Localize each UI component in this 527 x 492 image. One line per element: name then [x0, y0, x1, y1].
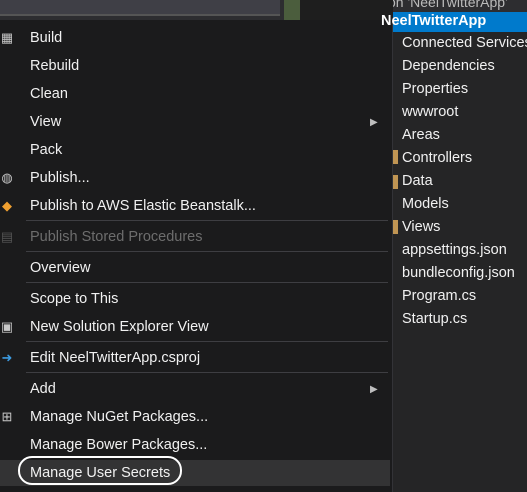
build-icon: ▦	[0, 30, 14, 45]
menu-item-label: Build	[30, 30, 63, 46]
menu-item-label: Scope to This	[30, 291, 119, 307]
menu-separator	[26, 251, 388, 252]
arrow-right-icon: ➜	[1, 350, 13, 365]
tree-item-appsettings[interactable]: appsettings.json	[402, 242, 507, 258]
tree-item-startup[interactable]: Startup.cs	[402, 311, 467, 327]
tree-item-views[interactable]: Views	[402, 219, 440, 235]
tree-item-program[interactable]: Program.cs	[402, 288, 476, 304]
highlight-ring	[18, 456, 182, 485]
menu-item-label: Manage Bower Packages...	[30, 437, 208, 453]
menu-item-edit-csproj[interactable]: ➜ Edit NeelTwitterApp.csproj	[0, 345, 390, 371]
tree-item-controllers[interactable]: Controllers	[402, 150, 472, 166]
menu-item-view[interactable]: View ▶	[0, 109, 390, 135]
menu-item-label: Manage NuGet Packages...	[30, 409, 209, 425]
submenu-arrow-icon: ▶	[370, 116, 378, 128]
menu-separator	[26, 220, 388, 221]
tree-item-models[interactable]: Models	[402, 196, 449, 212]
project-label: NeelTwitterApp	[381, 13, 487, 29]
menu-item-label: Rebuild	[30, 58, 80, 74]
solution-node[interactable]: Solution 'NeelTwitterApp'	[393, 0, 527, 12]
menu-item-label: Publish Stored Procedures	[30, 229, 203, 245]
menu-item-label: Edit NeelTwitterApp.csproj	[30, 350, 201, 366]
menu-item-label: Add	[30, 381, 56, 397]
menu-item-label: Publish to AWS Elastic Beanstalk...	[30, 198, 256, 214]
tree-item-bundleconfig[interactable]: bundleconfig.json	[402, 265, 515, 281]
tree-item-wwwroot[interactable]: wwwroot	[402, 104, 458, 120]
menu-item-add[interactable]: Add ▶	[0, 376, 390, 402]
menu-item-rebuild[interactable]: Rebuild	[0, 53, 390, 79]
top-input-field[interactable]	[0, 0, 280, 16]
scrollbar-marker	[284, 0, 300, 20]
editor-top-strip	[0, 0, 300, 20]
database-icon: ▤	[0, 229, 14, 244]
tree-item-properties[interactable]: Properties	[402, 81, 468, 97]
menu-item-publish[interactable]: ◍ Publish...	[0, 165, 390, 191]
tree-item-connected-services[interactable]: Connected Services	[402, 35, 527, 51]
selected-project-node[interactable]: NeelTwitterApp	[381, 12, 527, 32]
menu-item-label: Publish...	[30, 170, 90, 186]
new-view-icon: ▣	[0, 319, 14, 334]
menu-item-label: New Solution Explorer View	[30, 319, 209, 335]
submenu-arrow-icon: ▶	[370, 383, 378, 395]
tree-item-areas[interactable]: Areas	[402, 127, 440, 143]
context-menu: ▦ Build Rebuild Clean View ▶ Pack ◍ Publ…	[0, 20, 393, 492]
tree-item-dependencies[interactable]: Dependencies	[402, 58, 495, 74]
menu-item-publish-aws[interactable]: ◆ Publish to AWS Elastic Beanstalk...	[0, 193, 390, 219]
aws-icon: ◆	[2, 198, 12, 213]
menu-separator	[26, 282, 388, 283]
solution-label: Solution 'NeelTwitterApp'	[393, 0, 508, 10]
menu-item-clean[interactable]: Clean	[0, 81, 390, 107]
menu-item-label: View	[30, 114, 62, 130]
menu-item-label: Pack	[30, 142, 63, 158]
nuget-icon: ⊞	[1, 409, 13, 424]
menu-item-manage-bower[interactable]: Manage Bower Packages...	[0, 432, 390, 458]
folder-icon	[393, 220, 398, 234]
solution-explorer: Solution 'NeelTwitterApp' NeelTwitterApp…	[381, 0, 527, 492]
folder-icon	[393, 150, 398, 164]
menu-item-manage-nuget[interactable]: ⊞ Manage NuGet Packages...	[0, 404, 390, 430]
menu-item-new-solution-explorer-view[interactable]: ▣ New Solution Explorer View	[0, 314, 390, 340]
tree-item-data[interactable]: Data	[402, 173, 433, 189]
menu-item-pack[interactable]: Pack	[0, 137, 390, 163]
folder-icon	[393, 175, 398, 189]
menu-separator	[26, 372, 388, 373]
menu-item-overview[interactable]: Overview	[0, 255, 390, 281]
menu-separator	[26, 341, 388, 342]
menu-item-build[interactable]: ▦ Build	[0, 25, 390, 51]
menu-item-label: Overview	[30, 260, 91, 276]
menu-item-publish-stored-procedures: ▤ Publish Stored Procedures	[0, 224, 390, 250]
menu-item-label: Clean	[30, 86, 68, 102]
menu-item-scope-to-this[interactable]: Scope to This	[0, 286, 390, 312]
globe-icon: ◍	[1, 170, 13, 185]
